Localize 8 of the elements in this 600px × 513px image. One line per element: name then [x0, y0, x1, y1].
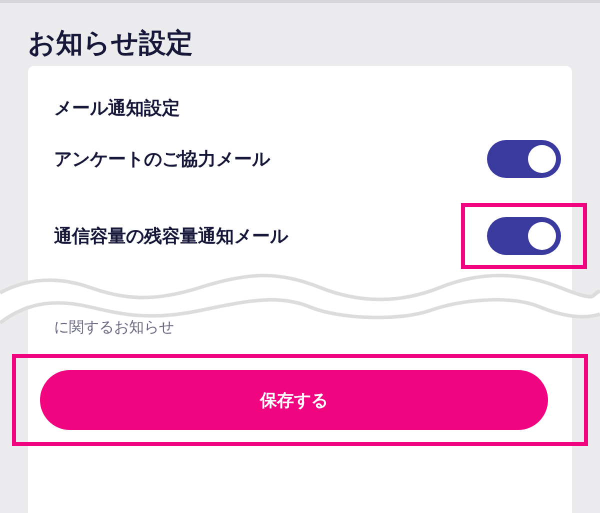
toggle-switch[interactable]	[487, 216, 561, 254]
setting-label: アンケートのご協力メール	[54, 148, 270, 170]
section-label: メール通知設定	[53, 97, 181, 120]
setting-label: 通信容量の残容量通知メール	[54, 224, 288, 248]
page-title: お知らせ設定	[27, 27, 194, 61]
toggle-switch[interactable]	[487, 140, 561, 178]
partial-text: に関するお知らせ	[53, 318, 175, 338]
save-button[interactable]: 保存する	[40, 370, 548, 430]
